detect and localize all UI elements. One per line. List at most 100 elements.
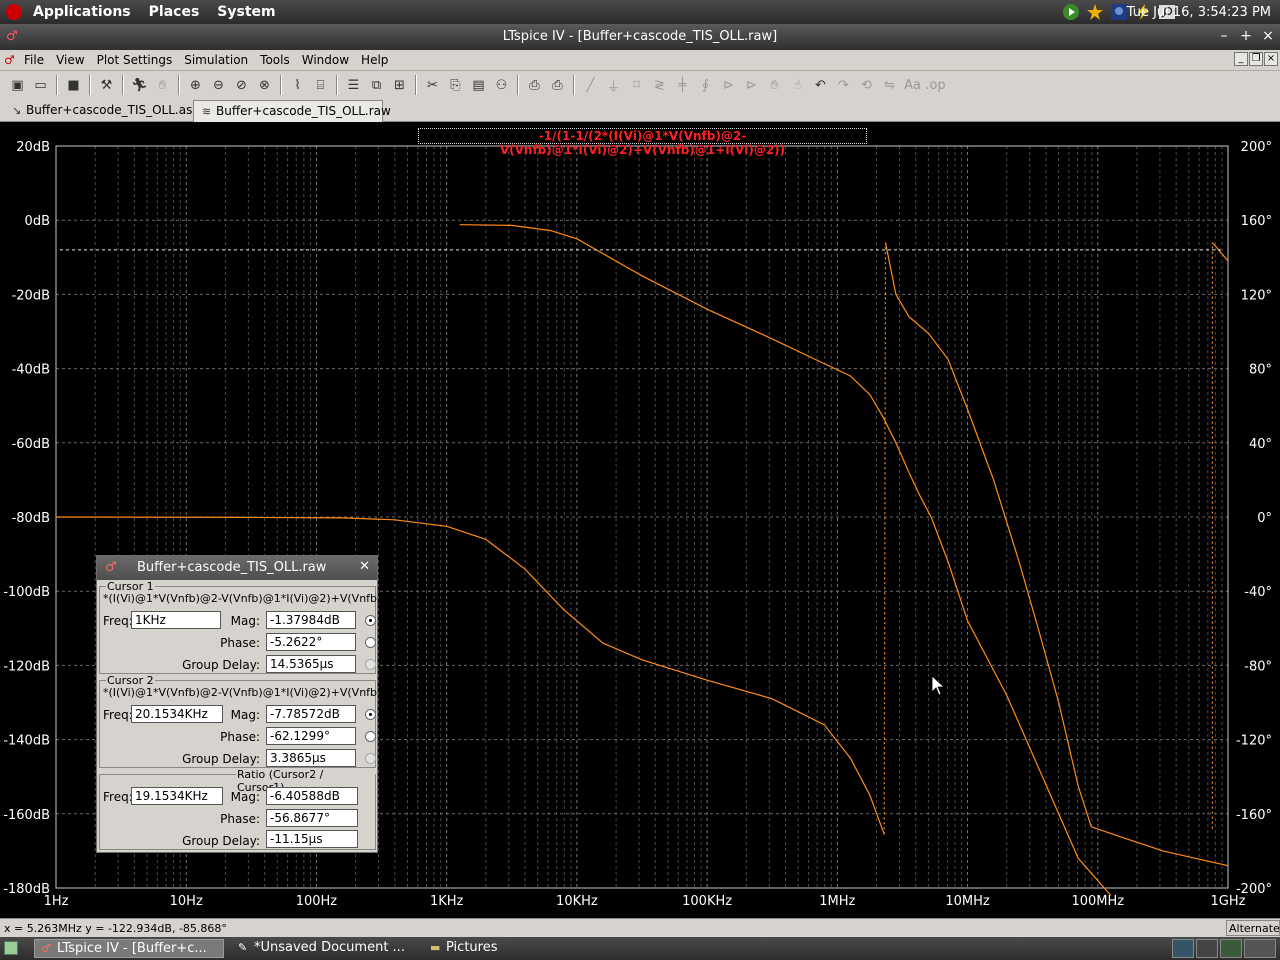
show-desktop-icon[interactable] xyxy=(4,941,18,955)
cursor1-freq-field[interactable]: 1KHz xyxy=(131,611,221,629)
ratio-phase-field[interactable]: -56.8677° xyxy=(266,809,358,827)
cursor1-gd-field[interactable]: 14.5365µs xyxy=(266,655,356,673)
find-icon[interactable]: ⚇ xyxy=(490,74,513,96)
paste-icon[interactable]: ▤ xyxy=(467,74,490,96)
open-icon[interactable]: ▭ xyxy=(29,74,52,96)
cursor2-gd-field[interactable]: 3.3865µs xyxy=(266,749,356,767)
menu-view[interactable]: View xyxy=(50,53,90,67)
mdi-minimize-button[interactable]: _ xyxy=(1234,52,1248,66)
cursor2-phase-field[interactable]: -62.1299° xyxy=(266,727,356,745)
taskbar-item-ltspice[interactable]: ♂ LTspice IV - [Buffer+c... xyxy=(34,939,224,958)
cursor2-gd-radio[interactable] xyxy=(365,753,376,764)
cursor-readout-dialog[interactable]: ♂ Buffer+cascode_TIS_OLL.raw ✕ Cursor 1 … xyxy=(96,555,399,853)
clock[interactable]: Tue Jul 16, 3:54:23 PM xyxy=(1127,5,1271,20)
taskbar-item-pictures[interactable]: ▬ Pictures xyxy=(424,939,574,958)
redo-icon[interactable]: ↷ xyxy=(832,74,855,96)
menu-file[interactable]: File xyxy=(18,53,50,67)
phase-wrap-line-1 xyxy=(883,242,887,835)
move-icon[interactable]: ✋︎ xyxy=(763,74,786,96)
workspace-2-icon[interactable] xyxy=(1196,939,1218,958)
zoom-in-icon[interactable]: ⊕ xyxy=(184,74,207,96)
fit-icon[interactable]: ⌸ xyxy=(309,74,332,96)
trace-expression-label[interactable]: -1/(1-1/(2*(I(Vi)@1*V(Vnfb)@2-V(Vnfb)@1*… xyxy=(418,128,867,157)
run-icon[interactable]: 🏃︎ xyxy=(128,74,151,96)
ratio-gd-field[interactable]: -11.15µs xyxy=(266,830,358,848)
workspace-3-icon[interactable] xyxy=(1220,939,1242,958)
new-schematic-icon[interactable]: ▣ xyxy=(6,74,29,96)
text-icon[interactable]: Aa xyxy=(901,74,924,96)
cursor1-phase-field[interactable]: -5.2622° xyxy=(266,633,356,651)
menu-simulation[interactable]: Simulation xyxy=(178,53,254,67)
tab-schematic[interactable]: ↘ Buffer+cascode_TIS_OLL.asc xyxy=(4,100,199,122)
ground-icon[interactable]: ⏚ xyxy=(602,74,625,96)
x-tick-label: 1KHz xyxy=(430,894,464,909)
cursor1-mag-radio[interactable] xyxy=(365,615,376,626)
print-icon[interactable]: ⎙ xyxy=(546,74,569,96)
autorange-icon[interactable]: ⌇ xyxy=(286,74,309,96)
toolbar: ▣ ▭ ■ ⚒ 🏃︎ ✋︎ ⊕ ⊖ ⊘ ⊗ ⌇ ⌸ ☰ ⧉ ⊞ ✂ ⎘ ▤ ⚇ … xyxy=(0,71,1280,99)
dialog-close-button[interactable]: ✕ xyxy=(359,559,370,574)
cursor1-expr: *(I(Vi)@1*V(Vnfb)@2-V(Vnfb)@1*I(Vi)@2)+V… xyxy=(103,592,400,605)
star-launcher-icon[interactable] xyxy=(1086,3,1104,21)
inductor-icon[interactable]: ∮ xyxy=(694,74,717,96)
save-icon[interactable]: ■ xyxy=(62,74,85,96)
cut-icon[interactable]: ✂ xyxy=(421,74,444,96)
diode-icon[interactable]: ⊳ xyxy=(717,74,740,96)
menu-tools[interactable]: Tools xyxy=(254,53,296,67)
spice-directive-icon[interactable]: .op xyxy=(924,74,947,96)
x-tick-label: 1Hz xyxy=(44,894,69,909)
cursor2-mag-field[interactable]: -7.78572dB xyxy=(266,705,356,723)
cursor1-phase-radio[interactable] xyxy=(365,637,376,648)
label-icon[interactable]: ⌑ xyxy=(625,74,648,96)
wire-icon[interactable]: ╱ xyxy=(579,74,602,96)
zoom-extents-icon[interactable]: ⊘ xyxy=(230,74,253,96)
x-tick-label: 1GHz xyxy=(1211,894,1246,909)
document-menu-icon[interactable]: ♂ xyxy=(4,53,18,67)
undo-icon[interactable]: ↶ xyxy=(809,74,832,96)
menu-window[interactable]: Window xyxy=(296,53,355,67)
menu-plot-settings[interactable]: Plot Settings xyxy=(91,53,179,67)
tab-waveform-label: Buffer+cascode_TIS_OLL.raw xyxy=(216,104,391,118)
cursor2-phase-radio[interactable] xyxy=(365,731,376,742)
mirror-icon[interactable]: ⇋ xyxy=(878,74,901,96)
zoom-cancel-icon[interactable]: ⊗ xyxy=(253,74,276,96)
cascade-icon[interactable]: ⧉ xyxy=(365,74,388,96)
minimize-button[interactable]: – xyxy=(1216,28,1232,44)
places-menu[interactable]: Places xyxy=(140,4,209,20)
ratio-freq-field[interactable]: 19.1534KHz xyxy=(131,787,223,805)
cursor1-gd-radio[interactable] xyxy=(365,659,376,670)
close-button[interactable]: × xyxy=(1260,28,1276,44)
halt-icon[interactable]: ✋︎ xyxy=(151,74,174,96)
distro-logo-icon[interactable] xyxy=(6,4,22,20)
mdi-close-button[interactable]: × xyxy=(1264,52,1278,66)
app-launcher-icon[interactable] xyxy=(1110,3,1128,21)
cursor2-freq-field[interactable]: 20.1534KHz xyxy=(131,705,223,723)
copy-icon[interactable]: ⎘ xyxy=(444,74,467,96)
workspace-1-icon[interactable] xyxy=(1172,939,1194,958)
tab-waveform[interactable]: ≋ Buffer+cascode_TIS_OLL.raw xyxy=(193,100,391,122)
capacitor-icon[interactable]: ╪ xyxy=(671,74,694,96)
resistor-icon[interactable]: ≷ xyxy=(648,74,671,96)
cursor1-mag-field[interactable]: -1.37984dB xyxy=(266,611,356,629)
cursor2-mag-radio[interactable] xyxy=(365,709,376,720)
mouse-pointer-icon xyxy=(931,675,946,696)
rotate-icon[interactable]: ⟲ xyxy=(855,74,878,96)
play-launcher-icon[interactable] xyxy=(1062,3,1080,21)
maximize-button[interactable]: + xyxy=(1238,28,1254,44)
applications-menu[interactable]: Applications xyxy=(24,4,140,20)
drag-icon[interactable]: ☝ xyxy=(786,74,809,96)
component-icon[interactable]: ⊳ xyxy=(740,74,763,96)
system-menu[interactable]: System xyxy=(208,4,284,20)
dialog-title-bar[interactable]: ♂ Buffer+cascode_TIS_OLL.raw ✕ xyxy=(97,556,377,580)
zoom-out-icon[interactable]: ⊖ xyxy=(207,74,230,96)
control-panel-icon[interactable]: ⚒ xyxy=(95,74,118,96)
tile-icon[interactable]: ⊞ xyxy=(388,74,411,96)
tile-horizontal-icon[interactable]: ☰ xyxy=(342,74,365,96)
y-tick-label-phase: 120° xyxy=(1241,288,1272,303)
mdi-restore-button[interactable]: ❐ xyxy=(1249,52,1263,66)
taskbar-item-text-editor[interactable]: ✎ *Unsaved Document ... xyxy=(232,939,420,958)
workspace-4-icon[interactable] xyxy=(1244,939,1276,958)
ratio-mag-field[interactable]: -6.40588dB xyxy=(266,787,358,805)
print-setup-icon[interactable]: ⎙ xyxy=(523,74,546,96)
menu-help[interactable]: Help xyxy=(355,53,394,67)
